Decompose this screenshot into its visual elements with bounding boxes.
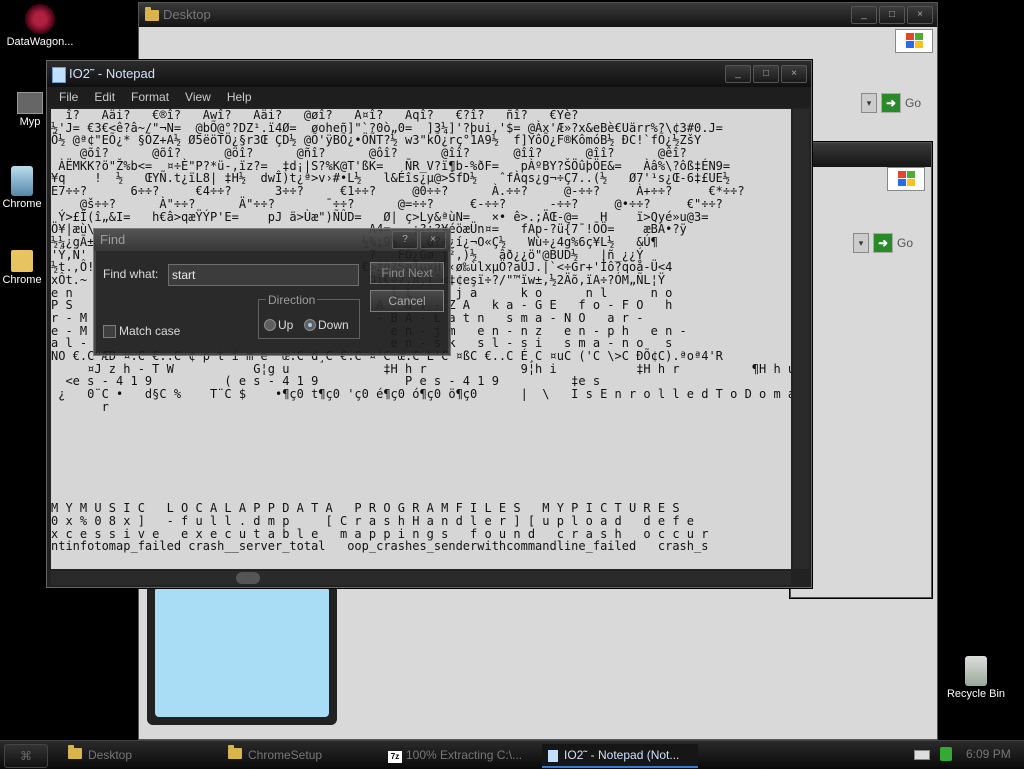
dropdown-arrow-icon[interactable]: ▾	[853, 233, 869, 253]
maximize-button[interactable]: □	[753, 65, 779, 83]
text-line	[51, 439, 791, 452]
folder-icon	[68, 745, 82, 759]
desktop-icon-recycle-bin[interactable]: Recycle Bin	[936, 656, 1016, 700]
menu-bar: File Edit Format View Help	[47, 87, 811, 107]
go-arrow-icon: ➜	[881, 93, 901, 113]
preview-frame	[147, 579, 337, 725]
find-next-button[interactable]: Find Next	[370, 262, 444, 284]
find-dialog[interactable]: Find ? × Find what: Find Next Cancel Dir…	[93, 228, 451, 356]
text-line: r	[51, 399, 109, 414]
explorer2-content	[791, 167, 931, 597]
go-label: Go	[905, 96, 922, 110]
find-what-input[interactable]	[168, 264, 359, 286]
go-arrow-icon: ➜	[873, 233, 893, 253]
menu-help[interactable]: Help	[219, 87, 260, 107]
vertical-scrollbar[interactable]	[793, 109, 809, 569]
help-button[interactable]: ?	[392, 231, 418, 249]
folder-icon	[145, 7, 159, 21]
folder-icon	[228, 745, 242, 759]
taskbar-item-label: IO2˜ - Notepad (Not...	[564, 748, 680, 762]
direction-down-radio[interactable]	[304, 319, 316, 331]
text-line	[51, 426, 791, 439]
close-button[interactable]: ×	[420, 231, 446, 249]
go-button[interactable]: ➜ Go	[881, 93, 921, 113]
datawagon-icon	[25, 4, 55, 34]
maximize-button[interactable]: □	[879, 6, 905, 24]
find-titlebar[interactable]: Find ? ×	[94, 229, 450, 251]
notepad-icon	[548, 749, 558, 762]
network-icon[interactable]	[940, 747, 952, 761]
direction-up-radio[interactable]	[264, 319, 276, 331]
folder-icon	[11, 250, 33, 272]
computer-icon	[17, 92, 43, 114]
menu-view[interactable]: View	[177, 87, 219, 107]
taskbar-item-desktop[interactable]: Desktop	[62, 744, 218, 766]
windows-logo-icon	[887, 167, 925, 191]
text-line: 0 x % 0 8 x ] - f u l l . d m p [ C r a …	[51, 514, 694, 528]
go-label: Go	[897, 236, 914, 250]
text-line: ¿ 0¨C • d§C % T¨C $ •¶ç0 t¶ç0 'ç0 é¶ç0 ó…	[51, 387, 791, 402]
windows-logo-icon	[895, 29, 933, 53]
start-button[interactable]: ⌘	[4, 744, 48, 768]
direction-up-label: Up	[278, 318, 294, 332]
match-case-checkbox[interactable]	[103, 325, 116, 338]
minimize-button[interactable]: _	[725, 65, 751, 83]
taskbar-item-extracting[interactable]: 7z 100% Extracting C:\...	[382, 744, 538, 766]
explorer-titlebar[interactable]: Desktop _ □ ×	[139, 3, 937, 27]
desktop-icon-label: Recycle Bin	[946, 688, 1006, 700]
explorer-title: Desktop	[163, 7, 211, 22]
taskbar-item-chromesetup[interactable]: ChromeSetup	[222, 744, 378, 766]
match-case-label: Match case	[119, 324, 181, 338]
find-what-label: Find what:	[103, 267, 159, 281]
text-line: î? Àäi? €®î? Àwî? Àäi? @øî? À¤î? Àqî? €?…	[51, 109, 579, 122]
horizontal-scrollbar[interactable]	[51, 571, 791, 585]
text-line	[51, 464, 791, 477]
preview-image	[155, 587, 329, 717]
text-line: @š÷÷? À"÷÷? Ä"÷÷? ¯÷÷? @=÷÷? €-÷÷? -÷÷? …	[51, 196, 723, 211]
recycle-bin-icon	[965, 656, 987, 686]
cancel-button[interactable]: Cancel	[370, 290, 444, 312]
scrollbar-thumb[interactable]	[236, 572, 260, 584]
direction-label: Direction	[266, 293, 318, 307]
taskbar-item-notepad[interactable]: IO2˜ - Notepad (Not...	[542, 744, 698, 768]
close-button[interactable]: ×	[907, 6, 933, 24]
notepad-titlebar[interactable]: IO2˜ - Notepad _ □ ×	[47, 61, 811, 87]
minimize-button[interactable]: _	[851, 6, 877, 24]
desktop-icon-datawagon[interactable]: DataWagon...	[0, 4, 80, 48]
notepad-title: IO2˜ - Notepad	[69, 66, 155, 81]
taskbar-item-label: 100% Extracting C:\...	[406, 748, 523, 762]
installer-icon	[11, 166, 33, 196]
go-button[interactable]: ➜ Go	[873, 233, 913, 253]
7zip-icon: 7z	[388, 751, 402, 763]
text-line: E7÷÷? 6÷÷? €4÷÷? 3÷÷? €1÷÷? @0÷÷? À.÷÷? …	[51, 184, 745, 199]
taskbar-item-label: ChromeSetup	[248, 748, 323, 762]
direction-down-label: Down	[318, 318, 349, 332]
menu-edit[interactable]: Edit	[86, 87, 123, 107]
desktop-icon-label: DataWagon...	[6, 36, 74, 48]
find-body: Find what: Find Next Cancel Direction Up…	[96, 251, 448, 353]
close-button[interactable]: ×	[781, 65, 807, 83]
menu-format[interactable]: Format	[123, 87, 177, 107]
dropdown-arrow-icon[interactable]: ▾	[861, 93, 877, 113]
explorer2-titlebar[interactable]	[791, 143, 931, 167]
menu-file[interactable]: File	[51, 87, 86, 107]
text-line	[51, 477, 791, 490]
text-line: @õî? @õî? @öî? @ñî? @ôî? @îî? @îî? @îî? …	[51, 146, 687, 161]
notepad-icon	[52, 67, 66, 83]
clock[interactable]: 6:09 PM	[966, 747, 1011, 761]
keyboard-icon[interactable]	[914, 750, 930, 760]
text-line: ntinfotomap_failed crash__server_total o…	[51, 539, 709, 554]
text-line	[51, 414, 791, 427]
taskbar: ⌘ Desktop ChromeSetup 7z 100% Extracting …	[0, 740, 1024, 769]
find-title: Find	[100, 232, 126, 247]
text-line	[51, 452, 791, 465]
taskbar-item-label: Desktop	[88, 748, 133, 762]
